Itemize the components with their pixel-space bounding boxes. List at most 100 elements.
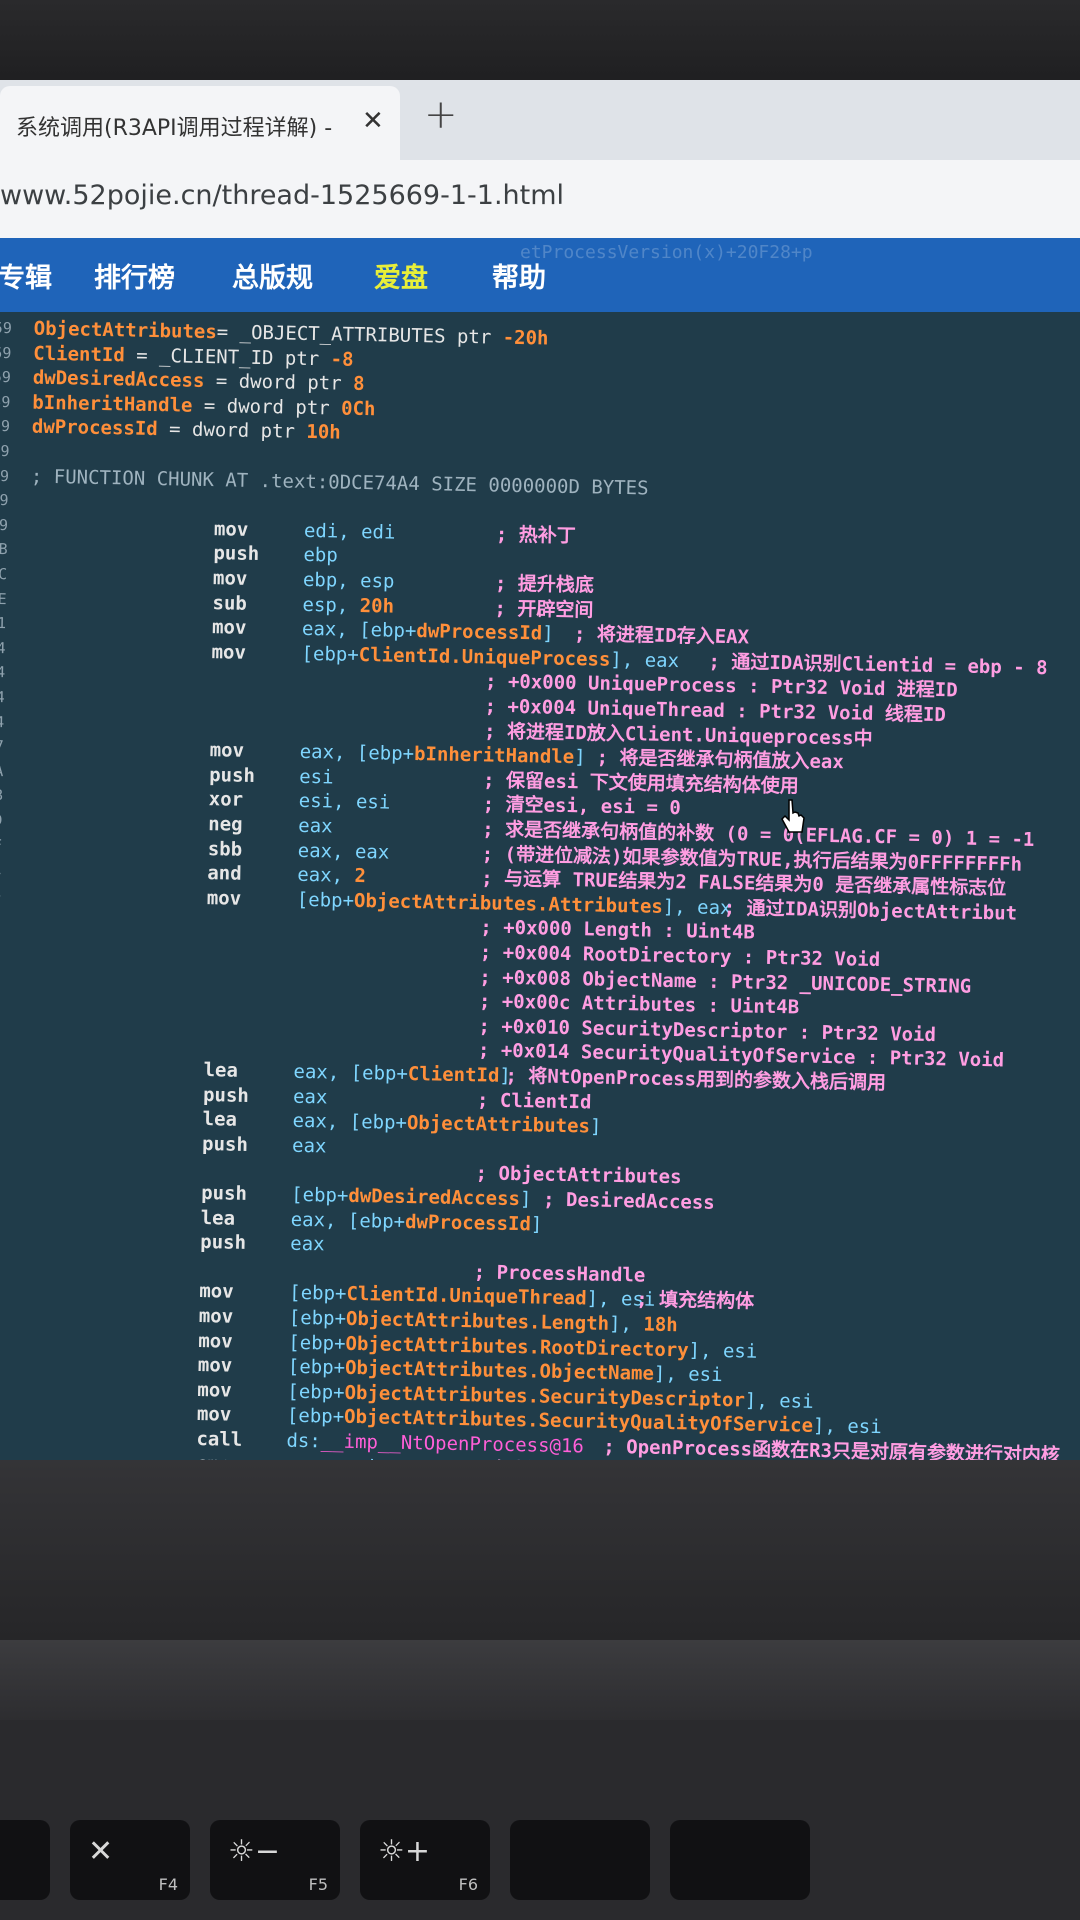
token: ], esi [653,1362,723,1387]
nav-item-aipan[interactable]: 爱盘 [374,256,428,295]
line-address: 59 [0,515,9,534]
token: ObjectAttributes [33,317,217,344]
token: [ebp+ [288,1306,347,1330]
nav-item-album[interactable]: 专辑 [0,256,52,295]
token: eax, [ebp+ [293,1060,409,1085]
line-address: 74 [0,882,1,906]
key-f5-brightness-down[interactable]: ☼− F5 [210,1820,340,1900]
mnemonic: push [202,1083,250,1107]
token: esi [299,765,334,789]
mnemonic: mov [209,739,245,762]
token: ebp, esp [302,568,395,593]
token: [ebp+ [288,1331,346,1355]
comment: ; 将进程ID存入EAX [573,623,750,649]
comment: ; DesiredAccess [542,1188,715,1214]
mnemonic: lea [202,1108,238,1131]
line-address: 64 [0,638,6,657]
line-address: 6F [0,835,3,854]
line-address: 59 [0,318,13,338]
mnemonic: mov [197,1378,232,1402]
key-f7[interactable] [510,1820,650,1900]
key-f4-mic-mute[interactable]: ✕ F4 [70,1820,190,1900]
operands: esi [299,765,334,790]
mnemonic: sub [212,591,248,615]
key-f8[interactable] [670,1820,810,1900]
line-address: 59 [0,491,9,510]
mic-mute-icon: ✕ [88,1834,114,1869]
token: = dword ptr [215,370,354,395]
mnemonic: push [200,1182,248,1205]
operands: eax, [ebp+ClientId] [293,1060,511,1088]
mnemonic: mov [213,517,249,541]
key-label: F4 [158,1875,178,1894]
line-address: 64 [0,663,6,682]
token: dwProcessId [404,1210,532,1235]
nav-item-rules[interactable]: 总版规 [232,256,313,295]
token: ds: [286,1429,321,1453]
token: = _CLIENT_ID ptr [136,344,331,370]
line-address: 67 [0,736,4,756]
key-label: F5 [308,1875,328,1894]
disassembly-listing: 59 ObjectAttributes= _OBJECT_ATTRIBUTES p… [0,316,1080,1460]
line-address: 59 [0,466,10,485]
comment: ; 热补丁 [495,523,576,547]
token: eax, [297,864,355,888]
token: bInheritHandle [32,391,205,417]
operands: eax [298,814,333,839]
token: [ebp+ [296,888,355,912]
address-bar[interactable]: www.52pojie.cn/thread-1525669-1-1.html [0,160,1080,239]
line-address: 6D [0,810,3,830]
comment: ; ObjectAttributes [475,1162,682,1189]
line-address: 6A [0,761,4,780]
comment: ; 清空esi, esi = 0 [482,793,682,820]
token: ClientId.UniqueProcess [358,643,611,671]
token: [ebp+ [286,1405,345,1429]
new-tab-button[interactable]: + [424,92,458,138]
token: ], esi [688,1339,758,1363]
nav-item-ranking[interactable]: 排行榜 [94,256,175,295]
token: ClientId [33,342,137,367]
operands: eax [293,1084,328,1109]
token: ], esi [812,1415,882,1439]
mnemonic: mov [198,1329,233,1353]
token: ] [573,746,586,769]
token: dwDesiredAccess [348,1184,521,1211]
token: ], esi [744,1389,814,1413]
line-address: 71 [0,857,2,881]
key-f6-brightness-up[interactable]: ☼+ F6 [360,1820,490,1900]
token: __imp__NtOpenProcess@16 [320,1430,585,1458]
operands: eax [290,1232,325,1257]
key-f3[interactable] [0,1820,50,1900]
token: ObjectAttributes.Length [345,1307,610,1335]
token: eax [292,1085,328,1109]
operands: ebp [303,543,338,568]
token: [ebp+ [289,1282,347,1306]
token: eax, [ebp+ [301,618,417,643]
token: ], eax [610,648,680,672]
comment: ; ProcessHandle [473,1261,646,1287]
token: [ebp+ [301,642,359,666]
browser-tab[interactable]: 系统调用(R3API调用过程详解) - ✕ [0,86,400,160]
mnemonic: neg [208,813,243,836]
token: eax [291,1134,327,1158]
line-address: 59 [0,392,11,412]
operands: eax, 2 [297,863,366,888]
hand-cursor-icon [781,799,805,833]
mnemonic: and [207,862,242,885]
operands: eax [292,1134,327,1159]
token: ], eax [662,895,732,919]
token: ] [542,622,554,645]
mnemonic: mov [197,1354,233,1377]
line-address: 74 [0,906,1,930]
line-address: 59 [0,417,11,436]
laptop-hinge [0,1640,1080,1720]
tab-title: 系统调用(R3API调用过程详解) - [16,116,333,141]
line-address: 6B [0,786,4,805]
mnemonic: call [196,1427,243,1451]
mnemonic: mov [196,1403,232,1427]
url-text[interactable]: www.52pojie.cn/thread-1525669-1-1.html [0,180,564,211]
token: esp, [302,593,360,617]
site-nav-bar: 专辑 排行榜 总版规 爱盘 帮助 etProcessVersion(x)+20F… [0,238,1080,312]
tab-close-icon[interactable]: ✕ [362,106,384,136]
token: ] [519,1188,532,1211]
